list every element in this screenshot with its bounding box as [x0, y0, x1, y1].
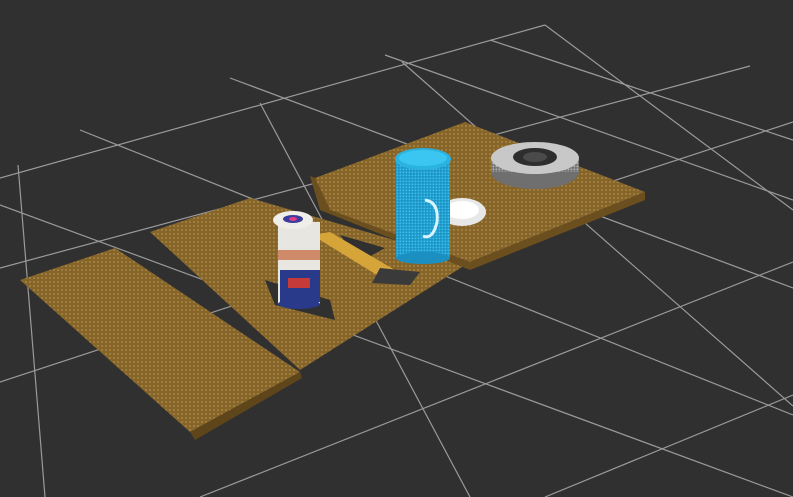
cyan-can-object — [395, 148, 451, 264]
roll-object — [491, 142, 579, 189]
scene-canvas[interactable] — [0, 0, 793, 497]
3d-viewport[interactable] — [0, 0, 793, 497]
tall-can-object — [273, 211, 320, 309]
